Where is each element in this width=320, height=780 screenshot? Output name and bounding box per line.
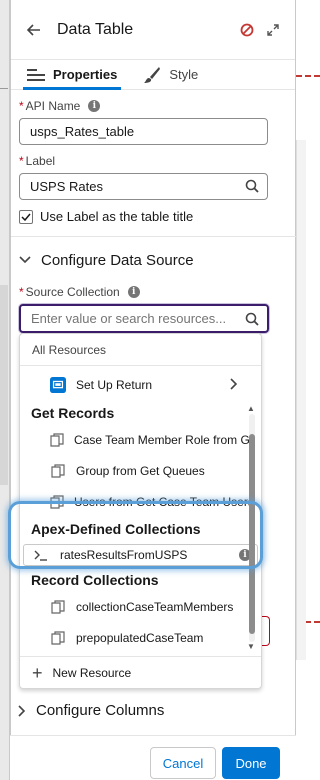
plus-icon: + [32, 662, 43, 683]
chevron-right-icon [18, 704, 26, 717]
use-label-text: Use Label as the table title [40, 209, 194, 224]
tab-properties-label: Properties [53, 67, 118, 82]
record-icon [50, 433, 64, 447]
use-label-checkbox-row[interactable]: Use Label as the table title [19, 209, 277, 224]
api-name-input[interactable]: usps_Rates_table [19, 118, 268, 145]
scroll-down-icon[interactable]: ▼ [247, 642, 257, 651]
variable-icon [34, 549, 48, 561]
tab-style[interactable]: Style [135, 60, 206, 89]
panel-footer: Cancel Done [10, 735, 296, 780]
resource-dropdown: All Resources Set Up Return Get Records … [19, 333, 262, 689]
list-item[interactable]: Group from Get Queues [50, 461, 250, 481]
list-item[interactable]: prepopulatedCaseTeam [50, 628, 250, 648]
group-apex-defined-collections: Apex-Defined Collections [31, 521, 201, 537]
panel-title: Data Table [57, 20, 134, 38]
tab-style-label: Style [169, 67, 199, 82]
search-icon [245, 312, 259, 329]
divider [11, 236, 296, 237]
connector-line [0, 88, 8, 89]
section-title: Configure Data Source [41, 251, 194, 269]
new-resource-button[interactable]: + New Resource [20, 656, 261, 688]
obscured-field-outline [262, 616, 270, 646]
setup-return-item[interactable]: Set Up Return [50, 373, 260, 397]
label-field: * Label USPS Rates [19, 153, 277, 200]
source-collection-label: * Source Collection i [19, 284, 277, 300]
selection-dash-top [296, 75, 320, 77]
expand-icon[interactable] [263, 20, 283, 40]
tab-properties[interactable]: Properties [19, 60, 125, 90]
group-record-collections: Record Collections [31, 572, 159, 588]
list-item[interactable]: collectionCaseTeamMembers [50, 597, 250, 617]
scroll-thumb[interactable] [249, 434, 255, 634]
record-icon [50, 464, 66, 478]
brush-icon [143, 66, 161, 84]
apex-collection-item[interactable]: ratesResultsFromUSPS i [23, 544, 258, 566]
checkbox[interactable] [19, 209, 33, 224]
all-resources-header: All Resources [20, 334, 261, 366]
source-collection-input[interactable]: Enter value or search resources... [19, 304, 269, 333]
label-input[interactable]: USPS Rates [19, 173, 268, 200]
canvas-left-edge [0, 0, 10, 780]
canvas-shadow [0, 285, 8, 485]
chevron-down-icon [19, 256, 31, 264]
list-item[interactable]: Users from Get Case Team Users [50, 492, 250, 512]
panel-scrollbar[interactable] [296, 140, 306, 660]
configure-columns-header[interactable]: Configure Columns [18, 702, 288, 719]
record-collection-icon [50, 600, 66, 614]
configure-data-source-header[interactable]: Configure Data Source [19, 248, 277, 272]
record-collection-icon [50, 631, 66, 645]
source-collection-field: * Source Collection i Enter value or sea… [19, 284, 277, 333]
api-name-field: * API Name i usps_Rates_table [19, 98, 277, 145]
chevron-right-icon [230, 378, 238, 393]
done-button[interactable]: Done [222, 747, 280, 779]
panel-header: Data Table [11, 0, 295, 60]
info-icon[interactable]: i [127, 286, 140, 298]
api-name-label: * API Name i [19, 98, 277, 114]
cancel-button[interactable]: Cancel [150, 747, 216, 779]
properties-form: * API Name i usps_Rates_table * Label US… [11, 98, 296, 333]
panel-tabs: Properties Style [11, 60, 295, 90]
back-arrow-icon[interactable] [23, 19, 45, 41]
group-get-records: Get Records [31, 405, 115, 421]
canvas-right-edge [296, 0, 320, 780]
list-item[interactable]: Case Team Member Role from G... [50, 430, 250, 450]
dropdown-scrollbar[interactable]: ▲ ▼ [247, 404, 257, 651]
setup-return-label: Set Up Return [76, 378, 153, 392]
search-icon [245, 179, 259, 196]
scroll-up-icon[interactable]: ▲ [247, 404, 257, 413]
record-icon [50, 495, 64, 509]
properties-icon [27, 68, 45, 82]
setup-return-icon [50, 376, 66, 394]
error-icon [237, 20, 257, 40]
info-icon[interactable]: i [88, 100, 101, 112]
label-label: * Label [19, 154, 56, 168]
